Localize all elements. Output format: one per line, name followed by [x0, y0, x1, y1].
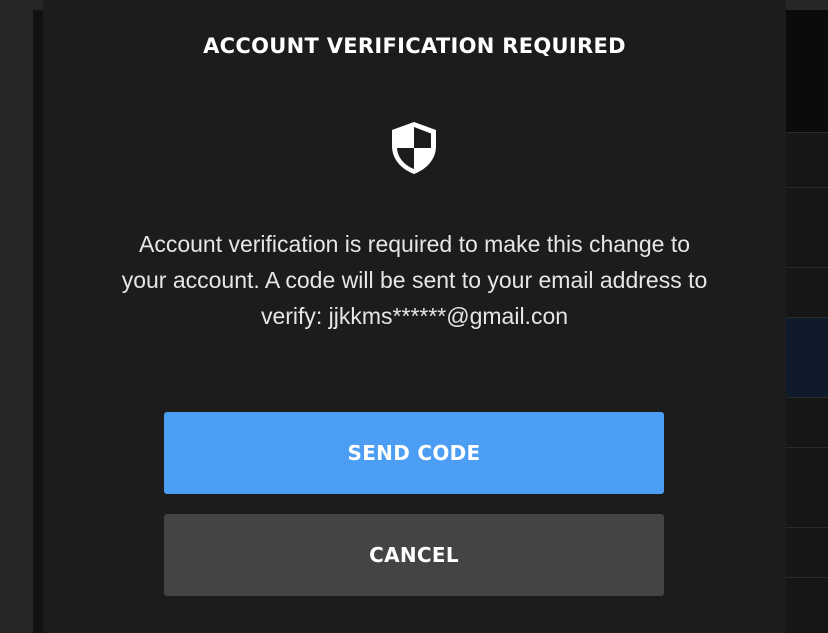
background-row-selected [786, 317, 828, 398]
background-row [786, 577, 828, 633]
background-row [786, 132, 828, 188]
background-row [786, 447, 828, 528]
modal-title: ACCOUNT VERIFICATION REQUIRED [203, 34, 626, 58]
background-side-panel [786, 10, 828, 633]
message-line: your account. A code will be sent to you… [121, 267, 708, 293]
background-row [786, 397, 828, 448]
message-line: Account verification is required to make… [138, 231, 690, 257]
verification-modal: ACCOUNT VERIFICATION REQUIRED Account ve… [43, 0, 786, 633]
cancel-button[interactable]: CANCEL [164, 514, 664, 596]
send-code-button[interactable]: SEND CODE [164, 412, 664, 494]
background-row [786, 527, 828, 578]
background-row [786, 187, 828, 268]
message-line-email: verify: jjkkms******@gmail.con [260, 303, 569, 329]
shield-icon [392, 122, 436, 174]
page: ACCOUNT VERIFICATION REQUIRED Account ve… [0, 0, 828, 633]
background-row [786, 267, 828, 318]
background-app-edge [33, 10, 43, 633]
verification-message: Account verification is required to make… [83, 226, 746, 334]
